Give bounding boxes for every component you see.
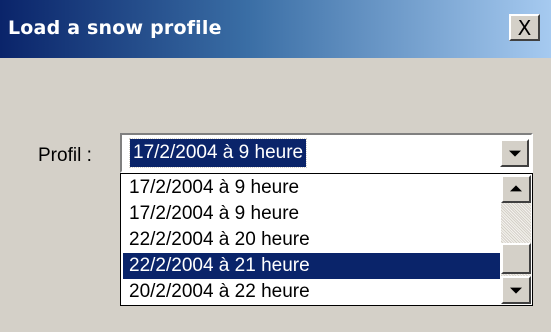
scroll-down-icon [510,287,522,294]
chevron-down-icon [508,150,521,157]
title-bar[interactable]: Load a snow profile X [0,0,551,58]
list-item[interactable]: 17/2/2004 à 9 heure [123,175,500,201]
scrollbar-thumb[interactable] [501,243,531,274]
close-button[interactable]: X [509,14,540,41]
window-title: Load a snow profile [8,17,222,39]
dropdown-arrow-button[interactable] [500,139,529,167]
scroll-up-button[interactable] [501,175,531,203]
list-item[interactable]: 20/2/2004 à 22 heure [123,279,500,305]
scroll-down-button[interactable] [501,276,531,304]
list-item[interactable]: 17/2/2004 à 9 heure [123,201,500,227]
close-icon: X [517,15,532,40]
profile-label: Profil : [38,145,92,166]
list-item[interactable]: 22/2/2004 à 21 heure [123,253,500,279]
list-item[interactable]: 22/2/2004 à 20 heure [123,227,500,253]
scroll-up-icon [510,185,522,192]
dropdown-scrollbar[interactable] [501,175,531,304]
profile-selected-value[interactable]: 17/2/2004 à 9 heure [128,138,308,168]
profile-combobox[interactable]: 17/2/2004 à 9 heure [120,133,533,173]
profile-dropdown-list[interactable]: 17/2/2004 à 9 heure 17/2/2004 à 9 heure … [120,173,533,306]
